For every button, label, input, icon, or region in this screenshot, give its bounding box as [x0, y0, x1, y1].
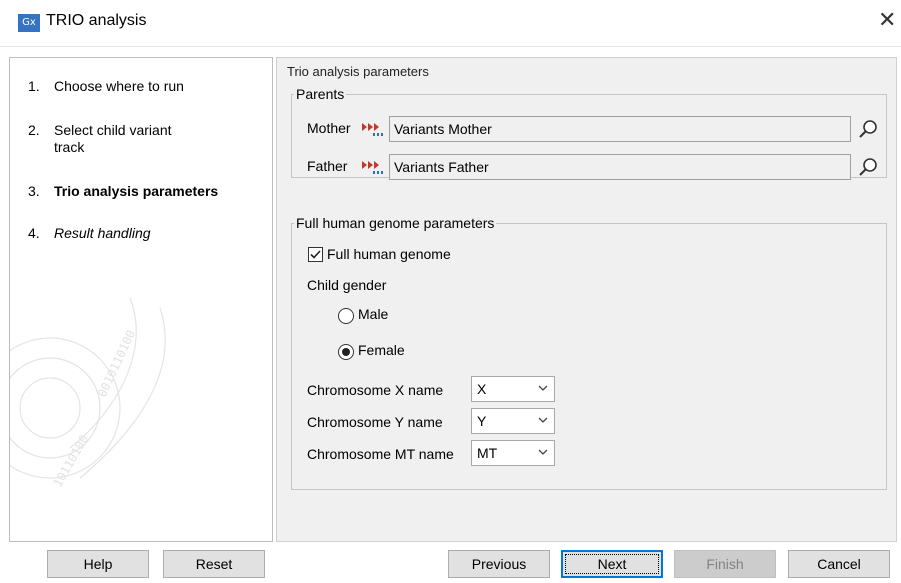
step-result-handling: 4. Result handling [28, 225, 151, 241]
step-choose-where-to-run: 1. Choose where to run [28, 78, 184, 94]
father-track-field[interactable]: Variants Father [389, 154, 851, 180]
help-button[interactable]: Help [47, 550, 149, 578]
chromosome-x-select[interactable]: X [471, 376, 555, 402]
male-radio[interactable] [338, 308, 354, 324]
finish-button: Finish [674, 550, 776, 578]
step-trio-analysis-parameters: 3. Trio analysis parameters [28, 183, 219, 199]
variant-track-icon [362, 123, 383, 136]
male-label[interactable]: Male [358, 306, 388, 322]
wizard-steps-panel: 0010110100 10110100 1. Choose where to ru… [9, 57, 273, 542]
chromosome-x-value: X [477, 381, 487, 397]
female-label[interactable]: Female [358, 342, 405, 358]
chevron-down-icon [538, 417, 548, 423]
father-label: Father [307, 158, 348, 174]
mother-track-field[interactable]: Variants Mother [389, 116, 851, 142]
radio-selected-dot [342, 348, 350, 356]
full-genome-checkbox[interactable] [308, 247, 323, 262]
check-icon [310, 250, 321, 259]
chromosome-mt-value: MT [477, 445, 498, 461]
previous-button[interactable]: Previous [448, 550, 550, 578]
window-title: TRIO analysis [46, 12, 147, 29]
genome-parameters-legend: Full human genome parameters [296, 215, 495, 231]
dna-watermark-icon: 0010110100 10110100 [10, 297, 166, 490]
chromosome-x-label: Chromosome X name [307, 382, 444, 398]
close-icon[interactable]: ✕ [878, 10, 896, 32]
parameters-panel: Trio analysis parameters Parents Mother … [276, 57, 897, 542]
next-button[interactable]: Next [561, 550, 663, 578]
female-radio[interactable] [338, 344, 354, 360]
mother-label: Mother [307, 120, 351, 136]
svg-text:10110100: 10110100 [50, 432, 91, 489]
panel-heading: Trio analysis parameters [287, 64, 429, 79]
child-gender-label: Child gender [307, 277, 387, 293]
title-bar: Gx TRIO analysis ✕ [0, 0, 901, 47]
chromosome-mt-select[interactable]: MT [471, 440, 555, 466]
chromosome-y-label: Chromosome Y name [307, 414, 443, 430]
app-icon: Gx [18, 14, 40, 32]
variant-track-icon [362, 161, 383, 174]
full-genome-label[interactable]: Full human genome [327, 246, 451, 262]
browse-mother-icon[interactable] [857, 118, 879, 140]
chevron-down-icon [538, 385, 548, 391]
cancel-button[interactable]: Cancel [788, 550, 890, 578]
browse-father-icon[interactable] [857, 156, 879, 178]
reset-button[interactable]: Reset [163, 550, 265, 578]
chromosome-mt-label: Chromosome MT name [307, 446, 454, 462]
chevron-down-icon [538, 449, 548, 455]
focus-ring [565, 554, 659, 574]
chromosome-y-value: Y [477, 413, 487, 429]
chromosome-y-select[interactable]: Y [471, 408, 555, 434]
step-select-child-variant-track: 2. Select child variant track [28, 122, 172, 155]
parents-legend: Parents [296, 86, 345, 102]
